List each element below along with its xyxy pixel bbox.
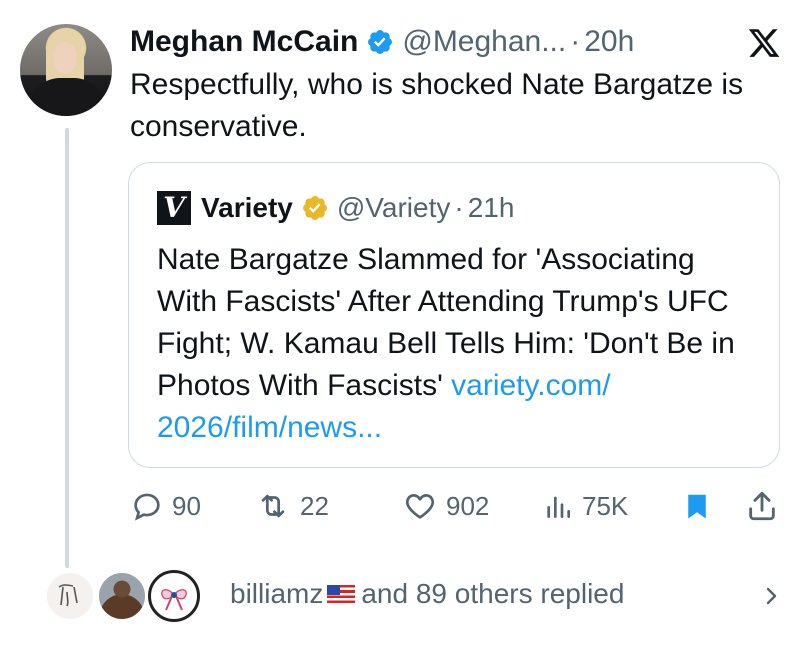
post-text: Respectfully, who is shocked Nate Bargat…: [130, 68, 744, 143]
replies-summary-text: billiamz and 89 others replied: [230, 578, 624, 610]
replies-summary-rest: and 89 others replied: [361, 578, 625, 609]
gold-verified-icon: [302, 196, 327, 220]
action-bar: 90 22 902 75K: [130, 486, 785, 526]
us-flag-icon: [327, 584, 356, 603]
separator-dot: ·: [570, 25, 581, 58]
repost-button[interactable]: 22: [254, 486, 329, 526]
author-avatar[interactable]: [20, 24, 112, 116]
variety-logo: V: [157, 191, 191, 225]
like-count: 902: [446, 490, 490, 521]
share-icon[interactable]: [745, 488, 779, 524]
author-handle[interactable]: @Meghan...: [402, 25, 566, 59]
views-count: 75K: [582, 490, 629, 521]
replies-summary-row[interactable]: billiamz and 89 others replied: [44, 570, 784, 622]
reply-button[interactable]: 90: [130, 486, 201, 526]
quoted-separator-dot: ·: [454, 192, 464, 223]
views-button[interactable]: 75K: [542, 486, 628, 526]
replier-avatar-1: [44, 570, 96, 622]
views-icon: [547, 496, 570, 518]
quoted-author-handle[interactable]: @Variety: [337, 192, 451, 224]
replier-avatar-3: [148, 570, 200, 622]
post-header: Meghan McCain @Meghan... · 20h: [130, 24, 634, 60]
quoted-post-card[interactable]: V Variety @Variety · 21h Nate Bargatze S…: [128, 162, 780, 468]
thread-line: [65, 128, 69, 568]
replier-avatar-2: [96, 570, 148, 622]
author-name[interactable]: Meghan McCain: [130, 25, 358, 59]
bookmark-icon[interactable]: [682, 488, 712, 524]
reply-icon: [134, 493, 160, 521]
x-logo-icon: [748, 29, 780, 57]
post-time[interactable]: 20h: [584, 25, 634, 59]
verified-badge-icon: [368, 30, 393, 54]
quoted-post-body: Nate Bargatze Slammed for 'Associating W…: [157, 243, 735, 402]
like-button[interactable]: 902: [402, 486, 489, 526]
replier-name: billiamz: [230, 578, 324, 609]
like-icon: [405, 494, 435, 519]
quoted-author-name[interactable]: Variety: [201, 192, 293, 224]
chevron-right-icon[interactable]: [762, 582, 782, 610]
quoted-post-header: V Variety @Variety · 21h: [157, 191, 514, 225]
reply-count: 90: [172, 490, 201, 521]
quoted-post-text: Nate Bargatze Slammed for 'Associating W…: [157, 239, 757, 449]
repost-icon: [261, 494, 285, 518]
repost-count: 22: [300, 490, 329, 521]
quoted-post-time: 21h: [467, 192, 515, 223]
